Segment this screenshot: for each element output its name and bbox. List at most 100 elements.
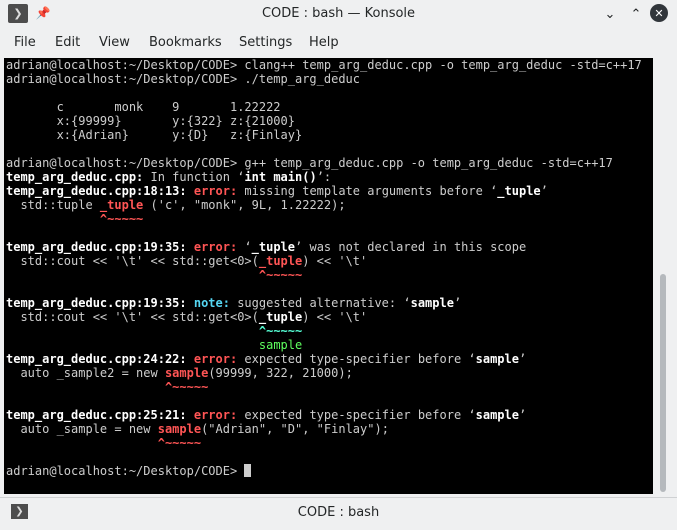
terminal-text: ) << '\t' — [302, 254, 368, 268]
terminal-line: temp_arg_deduc.cpp:18:13: error: missing… — [6, 184, 642, 198]
terminal-line: temp_arg_deduc.cpp:24:22: error: expecte… — [6, 352, 642, 366]
title-bar: ❯ 📌 CODE : bash — Konsole ⌄ ⌃ ✕ — [0, 0, 677, 28]
terminal-line: adrian@localhost:~/Desktop/CODE> — [6, 464, 642, 478]
menu-bar: File Edit View Bookmarks Settings Help — [0, 31, 677, 55]
terminal-text: _tuple — [497, 184, 541, 198]
terminal-text: ’ — [453, 296, 462, 310]
close-button[interactable]: ✕ — [650, 4, 668, 22]
terminal-text: note: — [193, 296, 230, 310]
terminal-text: sample — [164, 366, 209, 380]
terminal-text: sample — [475, 352, 519, 366]
terminal-text: ("Adrian", "D", "Finlay"); — [201, 422, 389, 436]
terminal-text: adrian@localhost:~/Desktop/CODE> g++ tem… — [6, 156, 613, 170]
terminal-line: x:{99999} y:{322} z:{21000} — [6, 114, 642, 128]
terminal-text: error: — [193, 184, 238, 198]
terminal-line: x:{Adrian} y:{D} z:{Finlay} — [6, 128, 642, 142]
tab-label[interactable]: CODE : bash — [0, 505, 677, 520]
terminal-text: ’ — [540, 184, 548, 198]
terminal-line: c monk 9 1.22222 — [6, 100, 642, 114]
terminal-text: sample — [475, 408, 519, 422]
terminal-text: auto _sample2 = new — [6, 366, 165, 380]
terminal-line: temp_arg_deduc.cpp:19:35: note: suggeste… — [6, 296, 642, 310]
terminal-text: adrian@localhost:~/Desktop/CODE> clang++… — [6, 58, 642, 72]
terminal-text: std::tuple — [6, 198, 100, 212]
terminal-text: ^~~~~~ — [99, 212, 144, 226]
terminal-line: ^~~~~~ — [6, 324, 642, 338]
terminal-text: ’ was not declared in this scope — [295, 240, 527, 254]
terminal-text: ^~~~~~ — [164, 380, 209, 394]
terminal-text: sample — [410, 296, 454, 310]
terminal-line: adrian@localhost:~/Desktop/CODE> clang++… — [6, 58, 642, 72]
terminal-line: ^~~~~~ — [6, 436, 642, 450]
terminal-text: ’ — [518, 352, 527, 366]
menu-file[interactable]: File — [14, 35, 36, 50]
terminal-line: auto _sample2 = new sample(99999, 322, 2… — [6, 366, 642, 380]
terminal-text: _tuple — [258, 310, 303, 324]
terminal-text: std::cout << '\t' << std::get<0>( — [6, 254, 259, 268]
terminal-text: missing template arguments before ‘ — [237, 184, 498, 198]
terminal-text: expected type-specifier before ‘ — [237, 408, 476, 422]
terminal-text: ’ — [518, 408, 527, 422]
terminal-text: _tuple — [99, 198, 144, 212]
terminal-text: _tuple — [251, 240, 296, 254]
terminal-text: x:{99999} y:{322} z:{21000} — [6, 114, 295, 128]
terminal-text: adrian@localhost:~/Desktop/CODE> — [6, 464, 245, 478]
terminal-line: temp_arg_deduc.cpp: In function ‘int mai… — [6, 170, 642, 184]
terminal-line: ^~~~~~ — [6, 268, 642, 282]
terminal-text: In function — [143, 170, 238, 184]
menu-edit[interactable]: Edit — [55, 35, 80, 50]
menu-view[interactable]: View — [99, 35, 130, 50]
terminal-line: temp_arg_deduc.cpp:25:21: error: expecte… — [6, 408, 642, 422]
terminal-text: expected type-specifier before ‘ — [237, 352, 476, 366]
terminal-text: ^~~~~~ — [258, 324, 303, 338]
terminal-text: std::cout << '\t' << std::get<0>( — [6, 310, 259, 324]
window-title: CODE : bash — Konsole — [261, 6, 416, 21]
terminal-text: temp_arg_deduc.cpp:18:13: — [6, 184, 194, 198]
terminal-line: std::cout << '\t' << std::get<0>(_tuple)… — [6, 254, 642, 268]
terminal-line: sample — [6, 338, 642, 352]
terminal-text: _tuple — [258, 254, 303, 268]
terminal-text: temp_arg_deduc.cpp:24:22: — [6, 352, 194, 366]
cursor — [244, 464, 252, 477]
menu-bookmarks[interactable]: Bookmarks — [149, 35, 222, 50]
scrollbar[interactable] — [657, 58, 673, 494]
terminal-text: ’: — [316, 170, 332, 184]
maximize-button[interactable]: ⌃ — [626, 4, 646, 24]
terminal-text: int main() — [244, 170, 317, 184]
terminal-text: suggested alternative: ‘ — [229, 296, 411, 310]
terminal-text: error: — [193, 408, 238, 422]
terminal-text: sample — [157, 422, 202, 436]
terminal-line: temp_arg_deduc.cpp:19:35: error: ‘_tuple… — [6, 240, 642, 254]
terminal-output: adrian@localhost:~/Desktop/CODE> clang++… — [6, 58, 642, 478]
terminal-text: ^~~~~~ — [157, 436, 202, 450]
terminal-text: auto _sample = new — [6, 422, 158, 436]
minimize-button[interactable]: ⌄ — [600, 4, 620, 24]
terminal-text: temp_arg_deduc.cpp:19:35: — [6, 296, 194, 310]
terminal-text: (99999, 322, 21000); — [208, 366, 353, 380]
terminal-line: adrian@localhost:~/Desktop/CODE> ./temp_… — [6, 72, 642, 86]
terminal-text: ('c', "monk", 9L, 1.22222); — [143, 198, 346, 212]
terminal-view[interactable]: adrian@localhost:~/Desktop/CODE> clang++… — [4, 58, 653, 494]
terminal-line: ^~~~~~ — [6, 212, 642, 226]
scrollbar-thumb[interactable] — [660, 274, 666, 492]
terminal-line: auto _sample = new sample("Adrian", "D",… — [6, 422, 642, 436]
terminal-text: error: — [193, 352, 238, 366]
terminal-text: x:{Adrian} y:{D} z:{Finlay} — [6, 128, 303, 142]
terminal-text: ) << '\t' — [302, 310, 368, 324]
menu-help[interactable]: Help — [309, 35, 339, 50]
terminal-line: ^~~~~~ — [6, 380, 642, 394]
terminal-line: std::tuple _tuple ('c', "monk", 9L, 1.22… — [6, 198, 642, 212]
terminal-line: adrian@localhost:~/Desktop/CODE> g++ tem… — [6, 156, 642, 170]
terminal-text: temp_arg_deduc.cpp:19:35: — [6, 240, 194, 254]
menu-settings[interactable]: Settings — [239, 35, 292, 50]
terminal-line: std::cout << '\t' << std::get<0>(_tuple)… — [6, 310, 642, 324]
terminal-text: temp_arg_deduc.cpp: — [6, 170, 144, 184]
